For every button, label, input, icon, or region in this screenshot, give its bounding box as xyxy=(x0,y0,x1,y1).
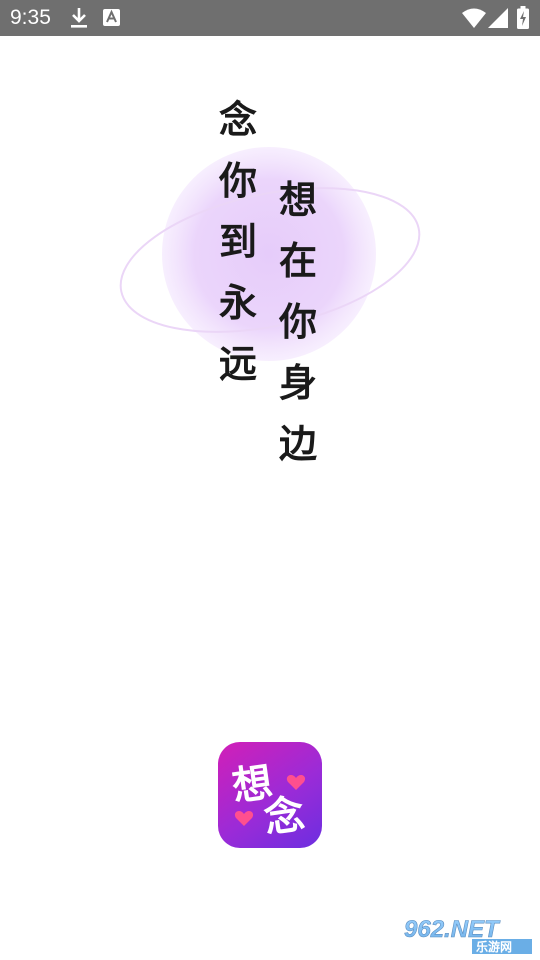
logo-glyph-bottom: 念 xyxy=(261,791,307,842)
app-logo: 想 念 xyxy=(218,742,322,848)
slogan-char: 在 xyxy=(278,239,317,283)
slogan-char: 永 xyxy=(218,281,257,325)
slogan-char: 你 xyxy=(218,159,257,203)
heart-icon xyxy=(286,775,306,790)
slogan-char: 身 xyxy=(278,361,317,405)
slogan-char: 远 xyxy=(218,342,257,386)
slogan-char: 想 xyxy=(278,178,317,222)
watermark-logo: 962.NET 乐游网 xyxy=(400,912,534,954)
slogan-char: 念 xyxy=(218,98,257,142)
slogan-right-column: 想 在 你 身 边 xyxy=(268,170,328,475)
heart-icon xyxy=(234,811,254,826)
watermark-brand: 962.NET xyxy=(404,916,501,943)
watermark-subtitle: 乐游网 xyxy=(476,939,512,954)
slogan-char: 边 xyxy=(278,422,317,466)
slogan-char: 你 xyxy=(278,300,317,344)
splash-screen: 9:35 念 你 到 永 远 想 在 你 身 边 想 念 962.NET 乐游网 xyxy=(0,0,540,960)
slogan-left-column: 念 你 到 永 远 xyxy=(208,90,268,395)
slogan-char: 到 xyxy=(218,220,257,264)
